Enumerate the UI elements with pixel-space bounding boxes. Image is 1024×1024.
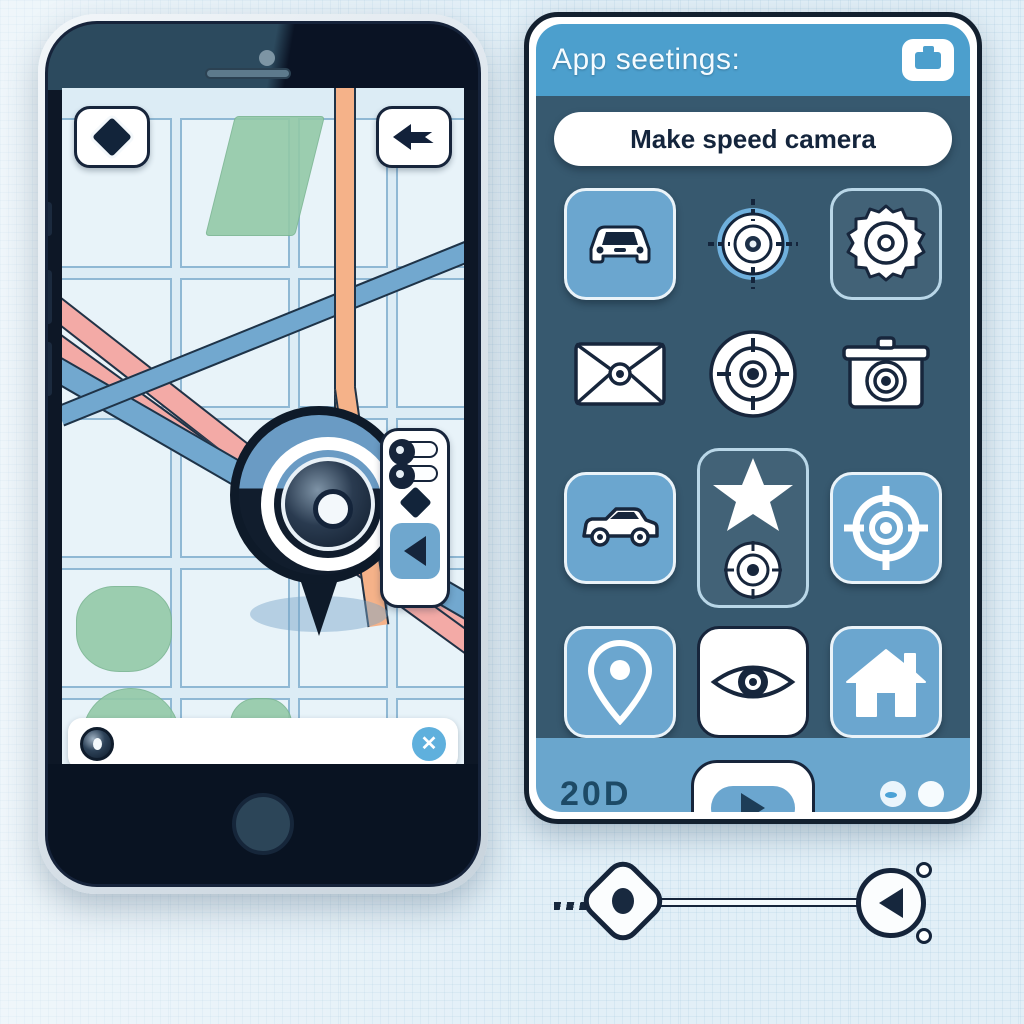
back-arrow-icon: [393, 124, 435, 150]
target-circle-icon: [709, 330, 797, 418]
map-side-controls: [380, 428, 450, 608]
connector-dot-bottom: [916, 928, 932, 944]
grid-item-target-crosshair[interactable]: [697, 188, 809, 300]
search-input[interactable]: [114, 735, 412, 753]
target-crosshair-icon: [707, 199, 798, 289]
car-front-icon: [589, 225, 651, 264]
settings-panel-inner: App seetings: Make speed camera 20D: [536, 24, 970, 812]
toggle-switch-one[interactable]: [389, 439, 438, 465]
grid-item-eye-visibility[interactable]: [696, 626, 809, 738]
play-button[interactable]: [691, 760, 815, 812]
settings-icon-grid: [554, 188, 952, 738]
clear-search-button[interactable]: ✕: [412, 727, 446, 761]
settings-body: Make speed camera: [536, 96, 970, 738]
triangle-left-icon: [404, 536, 426, 566]
grid-item-mail-envelope[interactable]: [564, 318, 676, 430]
house-home-icon: [845, 649, 926, 717]
eye-dot-icon[interactable]: [880, 781, 906, 807]
diamond-marker-icon: [87, 112, 137, 162]
plain-dot-icon[interactable]: [918, 781, 944, 807]
road-tertiary: [334, 88, 356, 408]
mail-envelope-icon: [574, 342, 667, 406]
play-triangle-icon: [741, 793, 765, 812]
connector-diagram: [548, 854, 948, 948]
map-back-button[interactable]: [376, 106, 452, 168]
settings-footer: 20D: [536, 738, 970, 812]
earpiece-speaker: [205, 68, 291, 79]
camera-lens-icon: [281, 457, 375, 551]
smartphone-device: ✕: [38, 14, 488, 894]
camera-badge-icon[interactable]: [902, 39, 954, 81]
map-pin-icon: [588, 639, 653, 725]
diamond-icon[interactable]: [398, 486, 432, 519]
camera-lens-icon: [80, 727, 114, 761]
home-button-icon[interactable]: [232, 793, 294, 855]
eye-visibility-icon: [710, 665, 796, 699]
speed-limit-value: 20D: [560, 774, 632, 813]
grid-item-target-circle[interactable]: [697, 318, 809, 430]
eye-node-icon[interactable]: [576, 854, 670, 948]
back-arrow-node-icon[interactable]: [856, 868, 926, 938]
car-side-icon: [582, 507, 660, 547]
gear-settings-icon: [846, 204, 926, 282]
camera-icon: [841, 336, 930, 409]
grid-item-house-home[interactable]: [829, 626, 942, 738]
grid-item-car-front[interactable]: [564, 188, 677, 300]
footer-indicator-dots: [880, 781, 944, 807]
make-speed-camera-button[interactable]: Make speed camera: [554, 112, 952, 166]
settings-panel: App seetings: Make speed camera 20D: [524, 12, 982, 824]
phone-body: ✕: [45, 21, 481, 887]
page-title: App seetings:: [552, 43, 741, 76]
connector-dot-top: [916, 862, 932, 878]
phone-chin: [48, 764, 478, 884]
screenshot-root: ✕ App seetings: Make speed camera 20D: [0, 0, 1024, 1024]
phone-status-bar: [48, 24, 478, 90]
grid-item-map-pin[interactable]: [564, 626, 677, 738]
grid-item-target-crosshair-2[interactable]: [829, 472, 942, 584]
grid-item-star-favorite[interactable]: [696, 448, 809, 608]
map-marker-type-button[interactable]: [74, 106, 150, 168]
grid-item-car-side[interactable]: [564, 472, 677, 584]
front-camera-icon: [259, 50, 275, 66]
grid-item-gear-settings[interactable]: [829, 188, 942, 300]
grid-item-camera[interactable]: [830, 318, 942, 430]
side-back-button[interactable]: [390, 523, 440, 579]
map-view[interactable]: ✕: [62, 88, 464, 778]
park-area: [76, 586, 172, 672]
connector-bar: [644, 898, 878, 907]
target-small-icon: [723, 541, 782, 599]
phone-side-button-volume-down[interactable]: [48, 342, 52, 396]
star-favorite-icon: [712, 458, 793, 531]
phone-screen: ✕: [62, 88, 464, 778]
settings-header: App seetings:: [536, 24, 970, 96]
target-crosshair-icon: [843, 486, 928, 570]
phone-side-button-volume-up[interactable]: [48, 270, 52, 324]
map-search-bar[interactable]: ✕: [68, 718, 458, 770]
phone-side-button-mute[interactable]: [48, 202, 52, 236]
toggle-switch-two[interactable]: [389, 463, 438, 489]
